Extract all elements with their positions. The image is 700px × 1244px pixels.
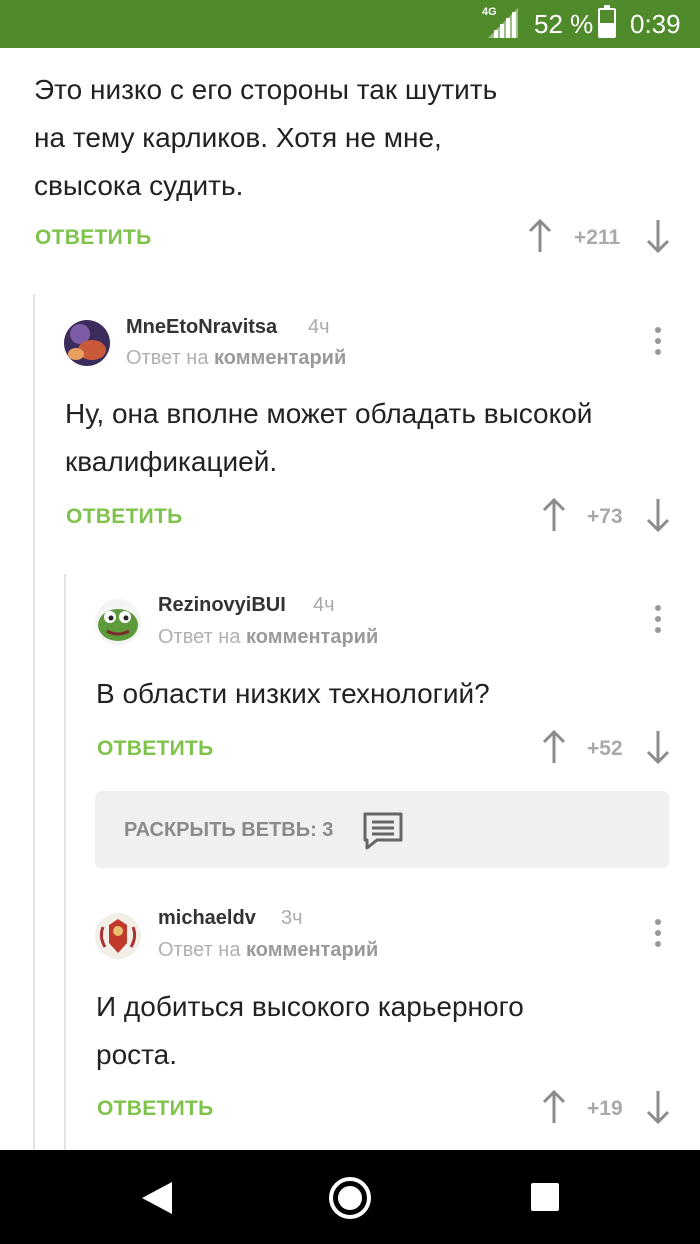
- clock: 0:39: [630, 9, 681, 39]
- upvote-icon[interactable]: [541, 497, 567, 533]
- reply-to-prefix: Ответ на: [126, 347, 209, 369]
- avatar[interactable]: [95, 913, 141, 959]
- comment-text-line: И добиться высокого карьерного: [96, 991, 524, 1022]
- comment-text: В области низких технологий?: [96, 670, 686, 718]
- recents-icon[interactable]: [531, 1183, 559, 1211]
- comment-text-line: квалификацией.: [65, 446, 278, 477]
- comment-icon: [363, 812, 403, 850]
- avatar[interactable]: [64, 320, 110, 366]
- vote-controls: +52: [541, 729, 672, 769]
- comment-time: 4ч: [308, 316, 330, 338]
- reply-to: Ответ на комментарий: [158, 626, 378, 649]
- vote-score: +52: [587, 737, 623, 760]
- battery-percent: 52 %: [534, 9, 594, 39]
- comment-time: 4ч: [313, 594, 335, 616]
- reply-to-prefix: Ответ на: [158, 939, 241, 961]
- comment-text-line: на тему карликов. Хотя не мне,: [34, 122, 442, 153]
- comment-author[interactable]: RezinovyiBUI: [158, 594, 286, 617]
- vote-controls: +211: [527, 218, 672, 258]
- reply-to: Ответ на комментарий: [158, 939, 378, 962]
- comment-time: 3ч: [281, 907, 303, 929]
- reply-button[interactable]: ОТВЕТИТЬ: [97, 1097, 214, 1121]
- comment-text-line: В области низких технологий?: [96, 678, 490, 709]
- comment-author[interactable]: michaeldv: [158, 907, 256, 930]
- vote-score: +211: [574, 226, 621, 249]
- status-bar: 4G 52 % 0:39: [0, 0, 700, 48]
- reply-to-link[interactable]: комментарий: [246, 626, 378, 648]
- thread-line: [33, 294, 35, 1150]
- upvote-icon[interactable]: [541, 1089, 567, 1125]
- downvote-icon[interactable]: [645, 497, 671, 533]
- reply-to: Ответ на комментарий: [126, 347, 346, 370]
- comment-text-line: роста.: [96, 1039, 178, 1070]
- comment-text: И добиться высокого карьерного роста.: [96, 983, 686, 1079]
- vote-controls: +73: [541, 497, 672, 537]
- expand-branch-button[interactable]: РАСКРЫТЬ ВЕТВЬ: 3: [95, 791, 669, 868]
- vote-score: +73: [587, 505, 623, 528]
- comment-author[interactable]: MneEtoNravitsa: [126, 316, 277, 339]
- upvote-icon[interactable]: [527, 218, 553, 254]
- upvote-icon[interactable]: [541, 729, 567, 765]
- downvote-icon[interactable]: [645, 218, 671, 254]
- avatar[interactable]: [95, 599, 141, 645]
- comment-text: Ну, она вполне может обладать высокой кв…: [65, 390, 685, 486]
- comment-text-line: Ну, она вполне может обладать высокой: [65, 398, 593, 429]
- more-menu-icon[interactable]: [653, 327, 663, 357]
- reply-to-prefix: Ответ на: [158, 626, 241, 648]
- battery-icon: [598, 5, 616, 38]
- downvote-icon[interactable]: [645, 1089, 671, 1125]
- reply-to-link[interactable]: комментарий: [214, 347, 346, 369]
- vote-score: +19: [587, 1097, 623, 1120]
- comment-text: Это низко с его стороны так шутить на те…: [34, 66, 674, 210]
- vote-controls: +19: [541, 1089, 672, 1129]
- downvote-icon[interactable]: [645, 729, 671, 765]
- reply-to-link[interactable]: комментарий: [246, 939, 378, 961]
- expand-branch-label: РАСКРЫТЬ ВЕТВЬ: 3: [124, 819, 334, 841]
- avatar-image: [64, 320, 110, 366]
- more-menu-icon[interactable]: [653, 919, 663, 949]
- navigation-bar: [0, 1150, 700, 1244]
- back-icon[interactable]: [140, 1180, 174, 1216]
- reply-button[interactable]: ОТВЕТИТЬ: [35, 226, 152, 250]
- thread-line: [64, 574, 66, 1150]
- avatar-image: [95, 599, 141, 645]
- home-icon[interactable]: [329, 1177, 371, 1219]
- comment-text-line: свысока судить.: [34, 170, 244, 201]
- comment-text-line: Это низко с его стороны так шутить: [34, 74, 498, 105]
- more-menu-icon[interactable]: [653, 605, 663, 635]
- reply-button[interactable]: ОТВЕТИТЬ: [97, 737, 214, 761]
- avatar-image: [95, 913, 141, 959]
- signal-icon: [488, 8, 518, 38]
- reply-button[interactable]: ОТВЕТИТЬ: [66, 505, 183, 529]
